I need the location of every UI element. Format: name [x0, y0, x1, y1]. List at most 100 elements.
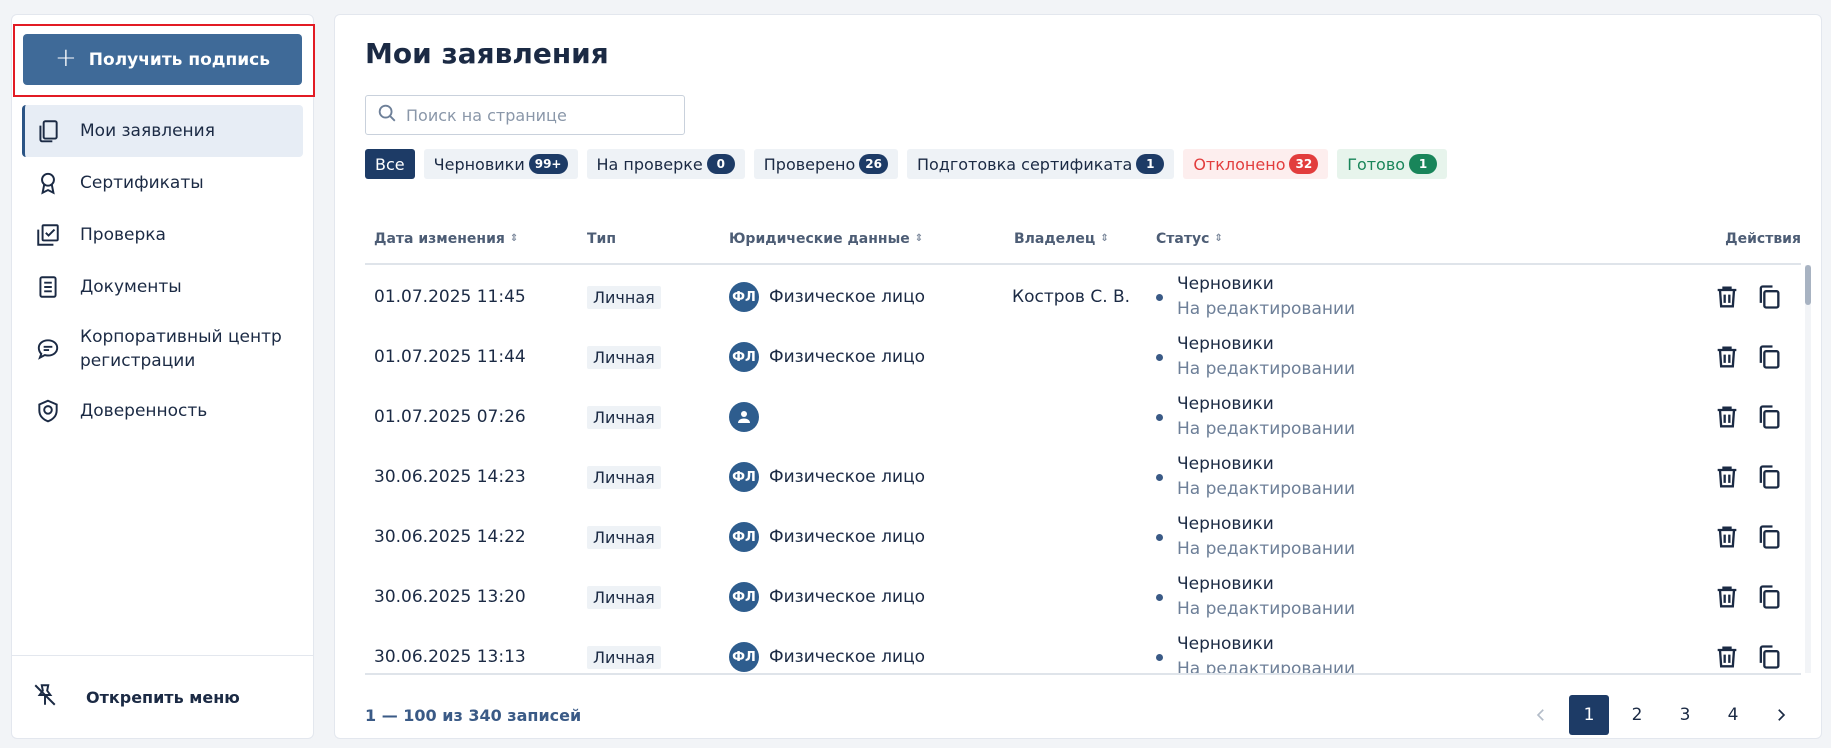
legal-name: Физическое лицо — [769, 587, 926, 607]
cell-date: 01.07.2025 11:45 — [374, 287, 526, 307]
sidebar-item-power-of-attorney[interactable]: Доверенность — [22, 385, 303, 437]
trash-icon[interactable] — [1713, 643, 1741, 671]
search-icon — [376, 102, 398, 128]
table-row[interactable]: 30.06.2025 14:22 Личная ФЛ Физическое ли… — [365, 507, 1801, 567]
table-body: 01.07.2025 11:45 Личная ФЛ Физическое ли… — [365, 267, 1801, 673]
trash-icon[interactable] — [1713, 583, 1741, 611]
status-sub: На редактировании — [1177, 359, 1356, 379]
main-panel: Мои заявления Все Черновики 99+ На прове… — [334, 14, 1822, 739]
search-input[interactable] — [406, 105, 676, 125]
sidebar-item-registration-center[interactable]: Корпоративный центр регистрации — [22, 313, 303, 385]
scrollbar-thumb[interactable] — [1805, 265, 1811, 305]
shield-icon — [34, 397, 62, 425]
sidebar-item-label: Доверенность — [80, 401, 208, 421]
page-button-2[interactable]: 2 — [1617, 695, 1657, 735]
filter-label: Отклонено — [1193, 154, 1286, 174]
column-legal[interactable]: Юридические данные ⇕ — [729, 231, 923, 247]
sort-icon: ⇕ — [509, 233, 519, 244]
trash-icon[interactable] — [1713, 403, 1741, 431]
copy-icon[interactable] — [1755, 343, 1783, 371]
table-row[interactable]: 30.06.2025 14:23 Личная ФЛ Физическое ли… — [365, 447, 1801, 507]
sidebar-nav: Мои заявления Сертификаты Проверка Докум… — [22, 105, 303, 437]
sidebar-item-label: Мои заявления — [80, 121, 215, 141]
cell-legal: ФЛ Физическое лицо — [729, 267, 925, 327]
copy-icon[interactable] — [1755, 523, 1783, 551]
unpin-menu-button[interactable]: Открепить меню — [12, 655, 313, 738]
cell-date: 30.06.2025 14:23 — [374, 467, 526, 487]
trash-icon[interactable] — [1713, 463, 1741, 491]
type-pill: Личная — [587, 285, 661, 309]
filter-ready[interactable]: Готово 1 — [1337, 149, 1448, 179]
filter-label: Все — [375, 154, 405, 174]
table-row[interactable]: 01.07.2025 07:26 Личная Черновики На ред… — [365, 387, 1801, 447]
cell-owner: Костров С. В. — [1012, 287, 1131, 307]
filter-count-badge: 32 — [1289, 154, 1319, 174]
trash-icon[interactable] — [1713, 523, 1741, 551]
column-date[interactable]: Дата изменения ⇕ — [374, 231, 518, 247]
filter-count-badge: 26 — [859, 154, 888, 174]
cell-actions — [1713, 507, 1783, 567]
trash-icon[interactable] — [1713, 283, 1741, 311]
table-scrollbar[interactable] — [1805, 265, 1811, 673]
cell-actions — [1713, 327, 1783, 387]
copy-icon[interactable] — [1755, 643, 1783, 671]
filter-rejected[interactable]: Отклонено 32 — [1183, 149, 1329, 179]
status-dot — [1156, 413, 1163, 421]
status-sub: На редактировании — [1177, 479, 1356, 499]
table-row[interactable]: 30.06.2025 13:13 Личная ФЛ Физическое ли… — [365, 627, 1801, 673]
page-button-3[interactable]: 3 — [1665, 695, 1705, 735]
sidebar-item-documents[interactable]: Документы — [22, 261, 303, 313]
status-sub: На редактировании — [1177, 299, 1356, 319]
get-signature-button[interactable]: + Получить подпись — [23, 34, 302, 85]
copy-icon[interactable] — [1755, 283, 1783, 311]
cell-legal — [729, 387, 769, 447]
sort-icon: ⇕ — [1214, 233, 1223, 244]
cell-legal: ФЛ Физическое лицо — [729, 507, 925, 567]
filter-all[interactable]: Все — [365, 149, 415, 179]
sidebar-item-certificates[interactable]: Сертификаты — [22, 157, 303, 209]
next-page-button[interactable] — [1761, 695, 1801, 735]
cell-actions — [1713, 387, 1783, 447]
status-sub: На редактировании — [1177, 599, 1356, 619]
column-owner[interactable]: Владелец ⇕ — [1014, 231, 1109, 247]
page-button-1[interactable]: 1 — [1569, 695, 1609, 735]
table-row[interactable]: 01.07.2025 11:45 Личная ФЛ Физическое ли… — [365, 267, 1801, 327]
sidebar-item-applications[interactable]: Мои заявления — [22, 105, 303, 157]
filter-count-badge: 1 — [1136, 154, 1165, 174]
type-pill: Личная — [587, 645, 661, 669]
trash-icon[interactable] — [1713, 343, 1741, 371]
filter-drafts[interactable]: Черновики 99+ — [423, 149, 578, 179]
page-button-4[interactable]: 4 — [1713, 695, 1753, 735]
status-dot — [1156, 473, 1163, 481]
table-row[interactable]: 01.07.2025 11:44 Личная ФЛ Физическое ли… — [365, 327, 1801, 387]
copy-icon[interactable] — [1755, 463, 1783, 491]
column-status[interactable]: Статус ⇕ — [1156, 231, 1223, 247]
status-dot — [1156, 353, 1163, 361]
cell-legal: ФЛ Физическое лицо — [729, 627, 925, 673]
plus-icon: + — [55, 43, 77, 73]
sidebar-item-label: Проверка — [80, 225, 166, 245]
get-signature-highlight: + Получить подпись — [13, 24, 315, 97]
avatar: ФЛ — [729, 642, 759, 672]
chat-icon — [34, 335, 62, 363]
document-icon — [34, 273, 62, 301]
cell-legal: ФЛ Физическое лицо — [729, 567, 925, 627]
filter-checked[interactable]: Проверено 26 — [753, 149, 898, 179]
filter-in-review[interactable]: На проверке 0 — [586, 149, 745, 179]
table-row[interactable]: 30.06.2025 13:20 Личная ФЛ Физическое ли… — [365, 567, 1801, 627]
filter-label: На проверке — [596, 154, 703, 174]
sidebar-item-verification[interactable]: Проверка — [22, 209, 303, 261]
filter-certificate-prep[interactable]: Подготовка сертификата 1 — [906, 149, 1175, 179]
cell-actions — [1713, 567, 1783, 627]
status-filters: Все Черновики 99+ На проверке 0 Проверен… — [365, 149, 1448, 179]
status-sub: На редактировании — [1177, 659, 1356, 673]
cell-legal: ФЛ Физическое лицо — [729, 447, 925, 507]
cell-status: Черновики На редактировании — [1156, 327, 1355, 387]
copy-icon[interactable] — [1755, 403, 1783, 431]
copy-icon[interactable] — [1755, 583, 1783, 611]
table-header: Дата изменения ⇕ Тип Юридические данные … — [365, 215, 1801, 265]
prev-page-button[interactable] — [1521, 695, 1561, 735]
column-type-label: Тип — [587, 231, 617, 247]
cell-status: Черновики На редактировании — [1156, 627, 1355, 673]
column-actions-label: Действия — [1725, 231, 1801, 247]
